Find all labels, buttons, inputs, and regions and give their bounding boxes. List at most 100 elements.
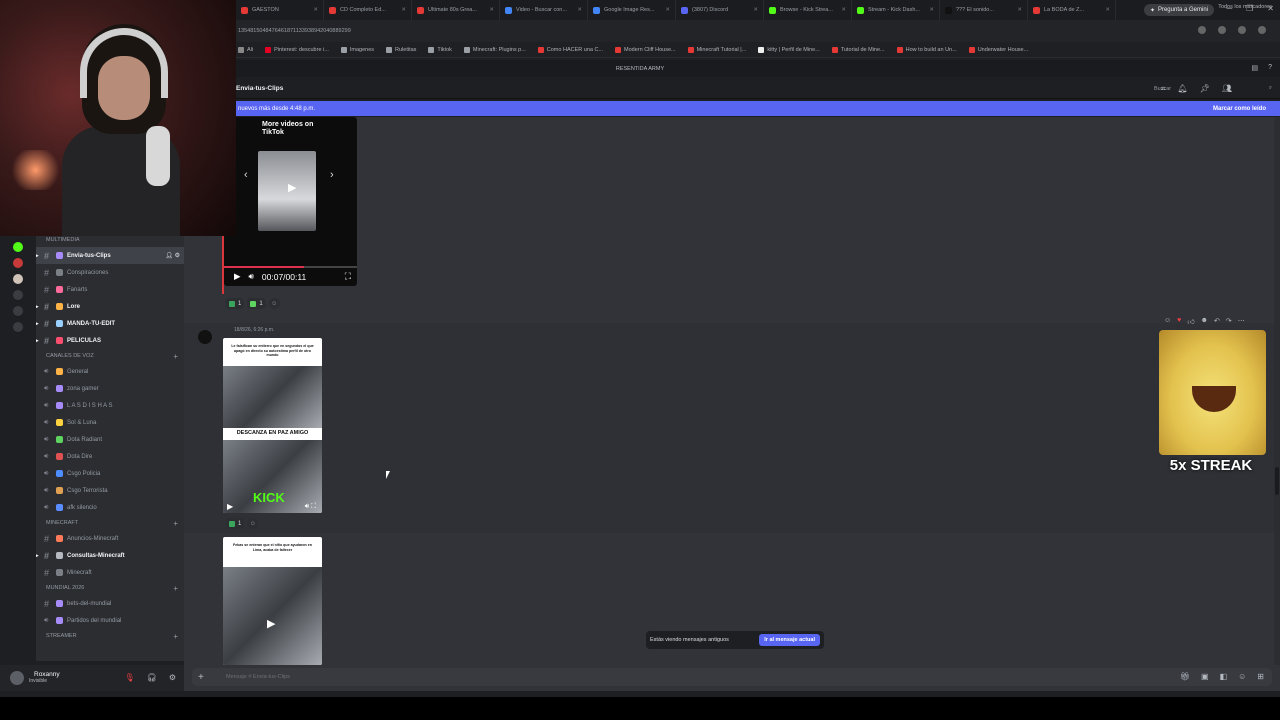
mark-as-read-button[interactable]: Marcar como leído — [1213, 106, 1266, 112]
sidebar-channel[interactable]: ▸ # PELICULAS — [36, 332, 184, 349]
bookmark[interactable]: Tutorial de Mine... — [831, 46, 885, 53]
bookmark[interactable]: Imagenes — [340, 46, 374, 53]
help-icon[interactable]: ? — [1268, 64, 1272, 72]
sticker-icon[interactable]: ◧ — [1220, 672, 1228, 681]
sidebar-channel[interactable]: 🔊︎ L A S D I S H A S — [36, 397, 184, 414]
bookmark[interactable]: Ruletitas — [386, 46, 416, 53]
channel-category[interactable]: MUNDIAL 2026 + — [36, 581, 184, 595]
browser-tab[interactable]: Stream - Kick Dash... ✕ — [852, 0, 940, 20]
gear-icon[interactable]: 👤︎ ⚙ — [165, 252, 180, 259]
reaction[interactable]: 1 — [247, 298, 266, 309]
fullscreen-icon[interactable]: 🔊︎ ⛶ — [305, 503, 316, 511]
video-progress-bar[interactable] — [224, 266, 357, 268]
add-attachment-icon[interactable]: + — [198, 672, 218, 683]
forward-icon[interactable]: ↷ — [1226, 317, 1232, 326]
browser-tab[interactable]: Google Image Res... ✕ — [588, 0, 676, 20]
gif-icon[interactable]: ▣ — [1201, 672, 1209, 681]
reaction[interactable]: 1 — [226, 518, 245, 529]
server-icon[interactable] — [13, 258, 23, 268]
sidebar-channel[interactable]: # bets-del-mundial — [36, 595, 184, 612]
gemini-button[interactable]: ✦ Pregunta a Gemini — [1143, 4, 1214, 16]
close-tab-icon[interactable]: ✕ — [401, 7, 406, 13]
close-tab-icon[interactable]: ✕ — [753, 7, 758, 13]
close-tab-icon[interactable]: ✕ — [313, 7, 318, 13]
close-tab-icon[interactable]: ✕ — [665, 7, 670, 13]
bookmark[interactable]: Ali — [238, 46, 253, 53]
close-tab-icon[interactable]: ✕ — [489, 7, 494, 13]
more-icon[interactable]: ⋯ — [1238, 317, 1245, 326]
server-icon[interactable] — [13, 274, 23, 284]
sidebar-channel[interactable]: # Anuncios-Minecraft — [36, 530, 184, 547]
add-reaction-icon[interactable]: ☻ — [1201, 317, 1208, 326]
sidebar-channel[interactable]: 🔊︎ zona gamer — [36, 380, 184, 397]
sidebar-channel[interactable]: 🔊︎ afk silencio — [36, 499, 184, 516]
bookmark[interactable]: Underwater House... — [968, 46, 1028, 53]
play-icon[interactable]: ▶ — [227, 502, 233, 511]
bookmark[interactable]: Modern Cliff House... — [615, 46, 676, 53]
scrollbar[interactable] — [1274, 117, 1280, 665]
video-player[interactable]: More videos on TikTok ‹ › ▶ ▶ 🔊︎ 00:07/00… — [224, 117, 357, 286]
browser-tab[interactable]: (3807) Discord ✕ — [676, 0, 764, 20]
add-channel-icon[interactable]: + — [173, 632, 178, 641]
sidebar-channel[interactable]: ▸ # Consultas-Minecraft — [36, 547, 184, 564]
sidebar-channel[interactable]: 🔊︎ Dota Dire — [36, 448, 184, 465]
channel-category[interactable]: STREAMER + — [36, 629, 184, 643]
gift-icon[interactable]: 🎁︎ — [1180, 672, 1190, 681]
sidebar-channel[interactable]: # Fanarts — [36, 281, 184, 298]
chevron-right-icon[interactable]: › — [330, 169, 334, 181]
sidebar-channel[interactable]: 🔊︎ Dota Radiant — [36, 431, 184, 448]
sidebar-channel[interactable]: # Conspiraciones — [36, 264, 184, 281]
gear-icon[interactable]: ⚙ — [169, 673, 176, 682]
close-tab-icon[interactable]: ✕ — [1017, 7, 1022, 13]
message-input[interactable]: + Mensaje # Envia-tus-Clips 🎁︎ ▣ ◧ ☺ ⊞ — [192, 668, 1272, 686]
video-clip[interactable]: Fekas se enteran que el niño que ayudaro… — [223, 537, 322, 665]
sidebar-channel[interactable]: 🔊︎ General — [36, 363, 184, 380]
emoji-icon[interactable]: ☺ — [1164, 317, 1171, 326]
play-icon[interactable]: ▶ — [267, 617, 275, 630]
browser-tab[interactable]: CD Completo Ed... ✕ — [324, 0, 412, 20]
video-clip[interactable]: Le falsifican su entierro que en segundo… — [223, 338, 322, 513]
bookmark[interactable]: kitty | Perfil de Mine... — [758, 46, 820, 53]
browser-tab[interactable]: GAESTON ✕ — [236, 0, 324, 20]
inbox-icon[interactable]: ▤ — [1251, 64, 1258, 72]
jump-to-present-button[interactable]: Ir al mensaje actual — [759, 634, 820, 646]
avatar[interactable] — [198, 330, 212, 344]
download-icon[interactable] — [13, 322, 23, 332]
browser-tab[interactable]: Video - Buscar con... ✕ — [500, 0, 588, 20]
add-channel-icon[interactable]: + — [173, 519, 178, 528]
fullscreen-icon[interactable]: ⛶ — [345, 271, 351, 282]
channel-category[interactable]: CANALES DE VOZ + — [36, 349, 184, 363]
channel-category[interactable]: MINECRAFT + — [36, 516, 184, 530]
mute-mic-icon[interactable]: 🎙︎ — [125, 673, 135, 682]
play-icon[interactable]: ▶ — [288, 181, 296, 194]
headphones-icon[interactable]: 🎧︎ — [147, 673, 157, 682]
add-server-icon[interactable] — [13, 290, 23, 300]
bookmark[interactable]: Minecraft Tutorial |... — [687, 46, 746, 53]
extension-icon[interactable] — [1238, 26, 1246, 34]
browser-tab[interactable]: Browse - Kick Strea... ✕ — [764, 0, 852, 20]
close-tab-icon[interactable]: ✕ — [1105, 7, 1110, 13]
chevron-left-icon[interactable]: ‹ — [244, 169, 248, 181]
sidebar-channel[interactable]: 🔊︎ Csgo Terrorista — [36, 482, 184, 499]
scrollbar-thumb[interactable] — [1275, 467, 1279, 495]
add-reaction-icon[interactable]: ☺ — [268, 298, 280, 309]
sidebar-channel[interactable]: # Minecraft — [36, 564, 184, 581]
close-tab-icon[interactable]: ✕ — [577, 7, 582, 13]
add-channel-icon[interactable]: + — [173, 352, 178, 361]
sidebar-channel[interactable]: ▸ # Envia-tus-Clips 👤︎ ⚙ — [36, 247, 184, 264]
browser-tab[interactable]: La BODA de Z... ✕ — [1028, 0, 1116, 20]
sidebar-channel[interactable]: ▸ # Lore — [36, 298, 184, 315]
browser-tab[interactable]: ??? El sonido... ✕ — [940, 0, 1028, 20]
sidebar-channel[interactable]: 🔊︎ Csgo Policia — [36, 465, 184, 482]
close-tab-icon[interactable]: ✕ — [929, 7, 934, 13]
sidebar-channel[interactable]: 🔊︎ Sol & Luna — [36, 414, 184, 431]
thumbs-up-icon[interactable]: 👍︎ — [1187, 317, 1194, 326]
extension-icon[interactable] — [1218, 26, 1226, 34]
bookmark[interactable]: Como HACER una C... — [537, 46, 603, 53]
reaction[interactable]: 1 — [226, 298, 245, 309]
bookmark[interactable]: How to build an Un... — [896, 46, 957, 53]
discover-icon[interactable] — [13, 306, 23, 316]
sidebar-channel[interactable]: 🔊︎ Partidos del mundial — [36, 612, 184, 629]
bookmark[interactable]: Pinterest: descubre i... — [265, 46, 329, 53]
all-bookmarks[interactable]: Todos los marcadores — [1218, 4, 1272, 10]
